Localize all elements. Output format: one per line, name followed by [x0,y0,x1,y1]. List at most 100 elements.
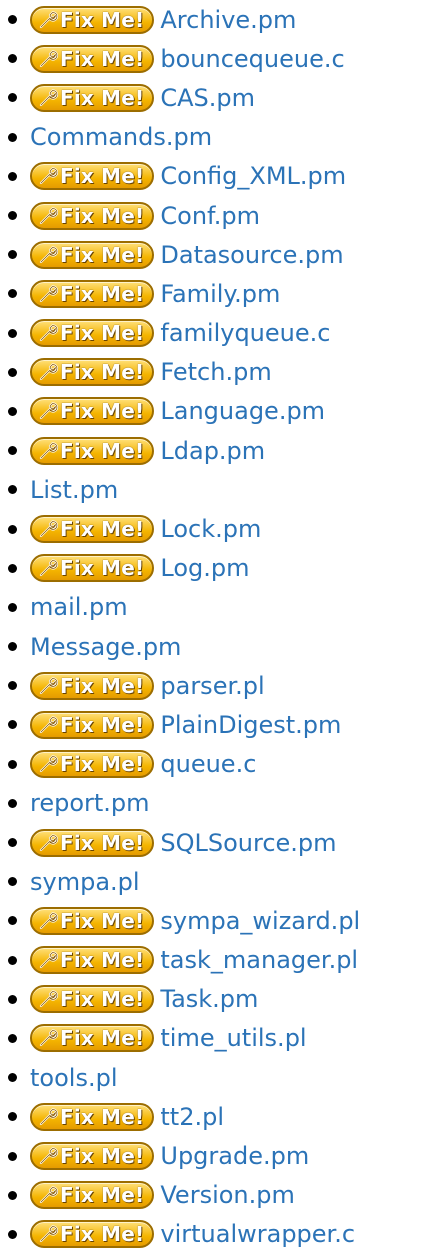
fixme-label: Fix Me! [60,948,145,973]
file-link[interactable]: Language.pm [160,399,325,423]
fixme-label: Fix Me! [60,830,145,855]
bullet [8,955,17,965]
bullet [8,171,17,181]
bullet [8,759,17,769]
fixme-label: Fix Me! [60,673,145,698]
list-item: report.pm [8,784,423,823]
fixme-label: Fix Me! [60,752,145,777]
list-item: Fix Me! CAS.pm [8,78,423,117]
list-item: List.pm [8,470,423,509]
file-link[interactable]: report.pm [30,791,150,815]
file-link[interactable]: List.pm [30,478,118,502]
fixme-badge: Fix Me! [30,554,155,583]
wrench-icon [39,990,58,1008]
list-item: Fix Me! parser.pl [8,666,423,705]
fixme-badge: Fix Me! [30,1024,155,1053]
wrench-icon [39,246,58,263]
list-item: sympa.pl [8,862,423,901]
file-link[interactable]: Archive.pm [160,8,296,32]
fixme-label: Fix Me! [60,517,145,542]
file-link[interactable]: PlainDigest.pm [160,713,341,737]
fixme-badge: Fix Me! [30,319,155,348]
file-list: Fix Me! Archive.pm Fix Me! bouncequeue.c… [0,0,423,1254]
fixme-label: Fix Me! [60,987,145,1012]
wrench-icon [39,1029,58,1047]
file-link[interactable]: mail.pm [30,595,128,619]
bullet [8,406,17,416]
list-item: Fix Me! PlainDigest.pm [8,705,423,744]
bullet [8,289,17,299]
file-link[interactable]: Conf.pm [160,204,260,228]
list-item: Fix Me! Fetch.pm [8,353,423,392]
list-item: Fix Me! virtualwrapper.c [8,1215,423,1254]
wrench-icon [39,833,58,851]
file-link[interactable]: time_utils.pl [160,1026,306,1050]
file-link[interactable]: CAS.pm [160,86,255,110]
file-link[interactable]: Message.pm [30,635,181,659]
file-link[interactable]: tools.pl [30,1066,117,1090]
wrench-icon [39,951,58,969]
file-link[interactable]: sympa_wizard.pl [160,909,360,933]
file-link[interactable]: virtualwrapper.c [160,1222,355,1246]
file-link[interactable]: Ldap.pm [160,439,265,463]
file-link[interactable]: sympa.pl [30,870,140,894]
list-item: Fix Me! sympa_wizard.pl [8,901,423,940]
file-link[interactable]: SQLSource.pm [160,831,336,855]
fixme-label: Fix Me! [60,712,145,737]
file-link[interactable]: Config_XML.pm [160,164,346,188]
file-link[interactable]: tt2.pl [160,1105,224,1129]
file-link[interactable]: Log.pm [160,556,249,580]
bullet [8,1229,17,1239]
list-item: Fix Me! Upgrade.pm [8,1136,423,1175]
list-item: Fix Me! queue.c [8,745,423,784]
list-item: Fix Me! SQLSource.pm [8,823,423,862]
bullet [8,994,17,1004]
file-link[interactable]: parser.pl [160,674,264,698]
file-link[interactable]: Commands.pm [30,125,212,149]
bullet [8,211,17,221]
list-item: Fix Me! familyqueue.c [8,314,423,353]
bullet [8,681,17,691]
fixme-badge: Fix Me! [30,750,155,779]
fixme-label: Fix Me! [60,7,145,32]
fixme-label: Fix Me! [60,908,145,933]
file-link[interactable]: Upgrade.pm [160,1144,309,1168]
fixme-label: Fix Me! [60,281,145,306]
file-link[interactable]: task_manager.pl [160,948,358,972]
file-link[interactable]: queue.c [160,752,256,776]
wrench-icon [39,89,58,107]
file-link[interactable]: Fetch.pm [160,360,271,384]
fixme-badge: Fix Me! [30,1102,155,1131]
wrench-icon [39,285,58,303]
bullet [8,328,17,338]
bullet [8,93,17,103]
fixme-badge: Fix Me! [30,358,155,387]
fixme-badge: Fix Me! [30,5,155,34]
file-link[interactable]: Datasource.pm [160,243,343,267]
fixme-label: Fix Me! [60,1222,145,1247]
fixme-label: Fix Me! [60,85,145,110]
file-link[interactable]: Version.pm [160,1183,295,1207]
fixme-badge: Fix Me! [30,515,155,544]
wrench-icon [39,912,58,930]
fixme-label: Fix Me! [60,164,145,189]
fixme-label: Fix Me! [60,203,145,228]
list-item: Fix Me! Language.pm [8,392,423,431]
file-link[interactable]: Lock.pm [160,517,261,541]
list-item: Fix Me! Archive.pm [8,0,423,39]
file-link[interactable]: bouncequeue.c [160,47,344,71]
bullet [8,446,17,456]
file-link[interactable]: Task.pm [160,987,258,1011]
file-link[interactable]: Family.pm [160,282,280,306]
fixme-badge: Fix Me! [30,240,155,269]
list-item: Fix Me! Conf.pm [8,196,423,235]
fixme-badge: Fix Me! [30,436,155,465]
bullet [8,720,17,730]
list-item: Fix Me! Version.pm [8,1176,423,1215]
wrench-icon [39,1225,58,1243]
fixme-badge: Fix Me! [30,1142,155,1171]
list-item: tools.pl [8,1058,423,1097]
fixme-badge: Fix Me! [30,1220,155,1249]
file-link[interactable]: familyqueue.c [160,321,330,345]
list-item: Fix Me! Log.pm [8,549,423,588]
